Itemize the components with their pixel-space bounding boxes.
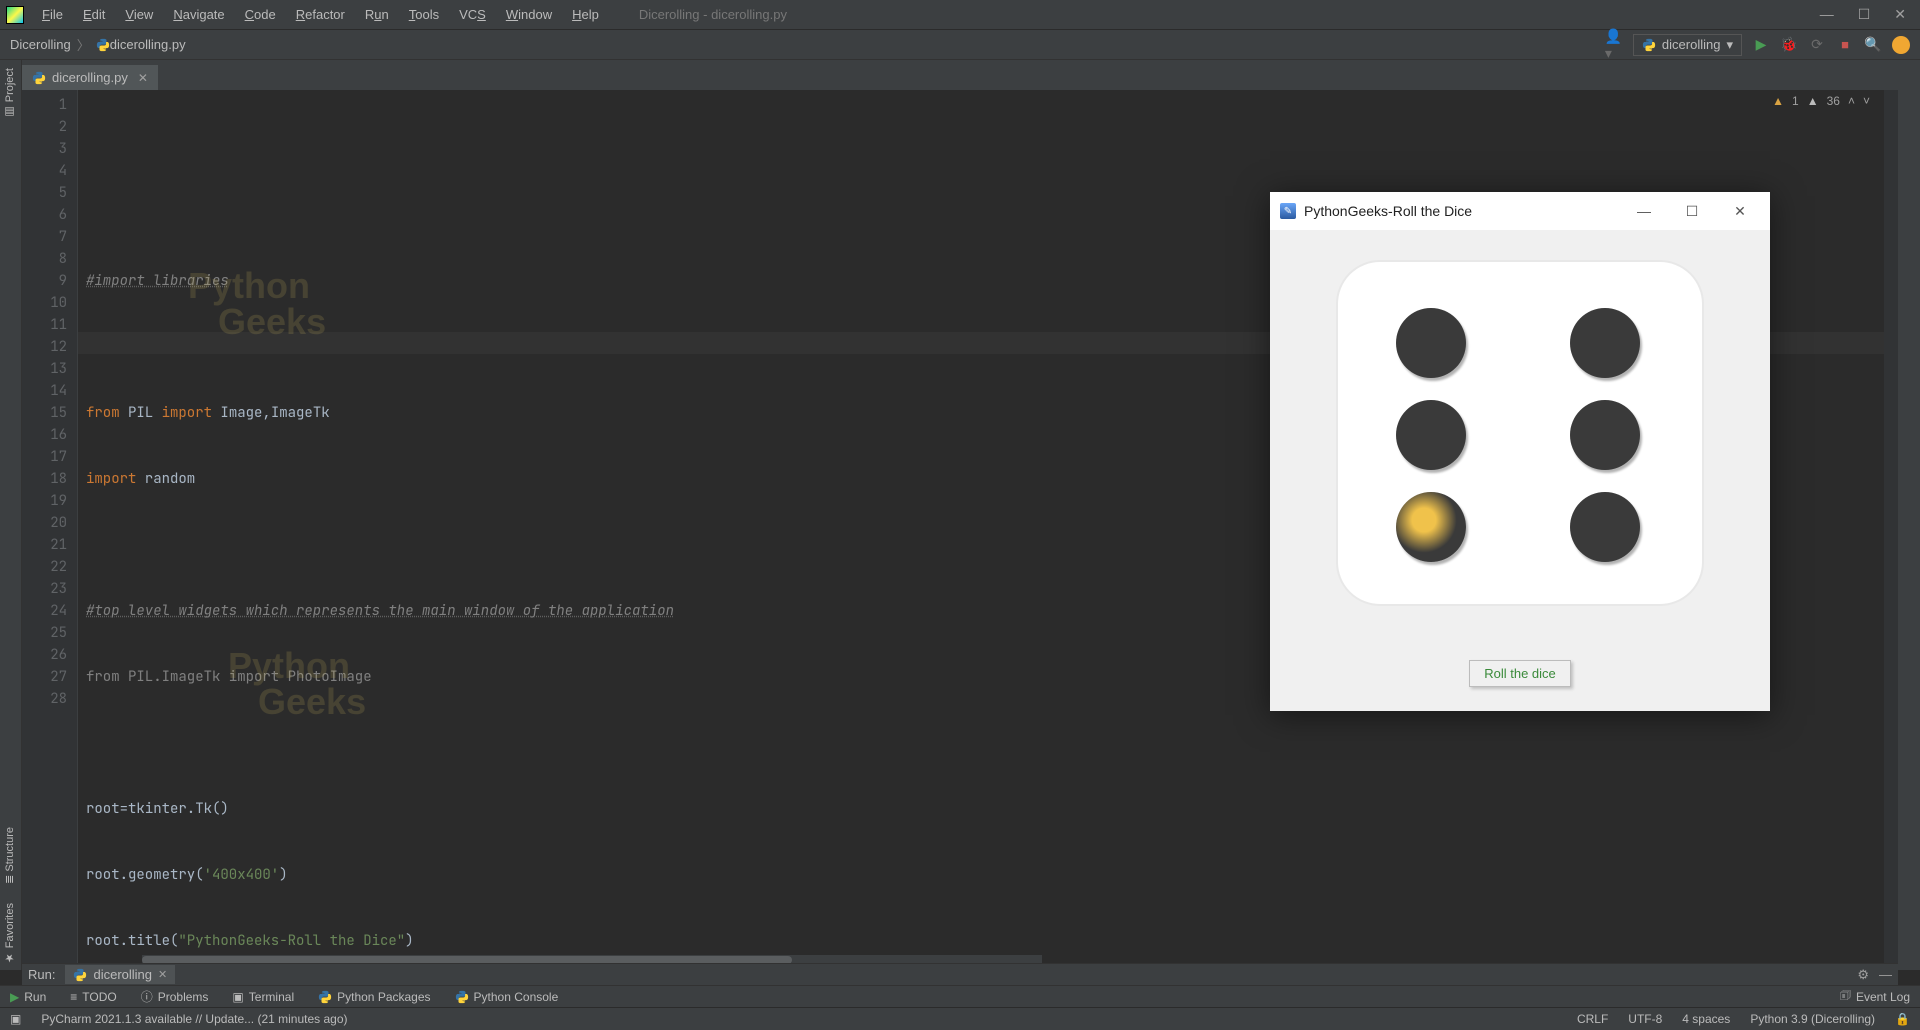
add-user-icon[interactable]: 👤▾ — [1605, 36, 1623, 54]
debug-button[interactable]: 🐞 — [1780, 36, 1798, 54]
toolwindow-console[interactable]: Python Console — [455, 990, 559, 1004]
menu-code[interactable]: Code — [235, 7, 286, 22]
menu-file[interactable]: File — [32, 7, 73, 22]
chevron-up-icon[interactable]: ˄ — [1848, 94, 1855, 108]
menu-refactor[interactable]: Refactor — [286, 7, 355, 22]
encoding[interactable]: UTF-8 — [1628, 1012, 1662, 1026]
close-tab-icon[interactable]: ✕ — [138, 71, 148, 85]
line-separator[interactable]: CRLF — [1577, 1012, 1608, 1026]
tk-titlebar[interactable]: ✎ PythonGeeks-Roll the Dice — ☐ ✕ — [1270, 192, 1770, 230]
toolwindow-run[interactable]: ▶Run — [10, 990, 46, 1004]
indent[interactable]: 4 spaces — [1682, 1012, 1730, 1026]
breadcrumb-file[interactable]: dicerolling.py — [110, 37, 186, 52]
breadcrumb-project[interactable]: Dicerolling — [10, 37, 71, 52]
run-tool-tab-label: dicerolling — [93, 967, 152, 982]
tk-window-title: PythonGeeks-Roll the Dice — [1304, 203, 1472, 219]
interpreter[interactable]: Python 3.9 (Dicerolling) — [1750, 1012, 1875, 1026]
python-icon — [1642, 38, 1656, 52]
lock-icon[interactable]: 🔒 — [1895, 1012, 1910, 1026]
weak-warning-count: 36 — [1827, 94, 1840, 108]
breadcrumb-separator-icon: 〉 — [77, 35, 90, 54]
inspection-summary[interactable]: ▲ 1 ▲ 36 ˄ ˅ — [1772, 94, 1870, 108]
tab-label: dicerolling.py — [52, 70, 128, 85]
status-message: PyCharm 2021.1.3 available // Update... … — [41, 1012, 347, 1026]
tk-feather-icon: ✎ — [1280, 203, 1296, 219]
right-gutter-strip — [1898, 60, 1920, 970]
toolwindow-project[interactable]: ▤ Project — [0, 62, 19, 124]
line-gutter: 1234567891011121314151617181920212223242… — [22, 90, 78, 965]
toolwindow-problems[interactable]: ⓘProblems — [141, 988, 209, 1005]
python-icon — [73, 968, 87, 982]
run-button[interactable]: ▶ — [1752, 36, 1770, 54]
chevron-down-icon[interactable]: ˅ — [1863, 94, 1870, 108]
toolwindow-eventlog[interactable]: 🗊Event Log — [1840, 986, 1910, 1007]
chevron-down-icon: ▾ — [1726, 37, 1733, 53]
dice-pip — [1396, 492, 1466, 562]
menu-navigate[interactable]: Navigate — [163, 7, 234, 22]
menu-run[interactable]: Run — [355, 7, 399, 22]
dice-pip — [1570, 400, 1640, 470]
gear-icon[interactable]: ⚙ — [1857, 967, 1869, 983]
tool-windows-icon[interactable]: ▣ — [10, 1012, 21, 1026]
maximize-icon[interactable]: ☐ — [1858, 6, 1871, 23]
tk-maximize-icon[interactable]: ☐ — [1672, 203, 1712, 220]
warning-icon: ▲ — [1772, 94, 1784, 108]
menu-window[interactable]: Window — [496, 7, 562, 22]
run-tool-tab[interactable]: dicerolling ✕ — [65, 965, 175, 984]
close-run-tab-icon[interactable]: ✕ — [158, 968, 167, 981]
coverage-button[interactable]: ⟳ — [1808, 36, 1826, 54]
run-config-selector[interactable]: dicerolling ▾ — [1633, 34, 1742, 56]
dice-pip — [1570, 492, 1640, 562]
dice-pip — [1396, 308, 1466, 378]
avatar-icon[interactable] — [1892, 36, 1910, 54]
menu-vcs[interactable]: VCS — [449, 7, 496, 22]
run-config-name: dicerolling — [1662, 37, 1721, 52]
dice-image — [1336, 260, 1704, 606]
weak-warning-icon: ▲ — [1807, 94, 1819, 108]
minimize-icon[interactable]: — — [1820, 6, 1834, 23]
watermark: Geeks — [258, 684, 366, 720]
menu-edit[interactable]: Edit — [73, 7, 115, 22]
python-file-icon — [96, 38, 110, 52]
toolwindow-packages[interactable]: Python Packages — [318, 990, 430, 1004]
editor-tab-dicerolling[interactable]: dicerolling.py ✕ — [22, 65, 158, 90]
dice-pip — [1396, 400, 1466, 470]
tk-close-icon[interactable]: ✕ — [1720, 203, 1760, 220]
toolwindow-terminal[interactable]: ▣Terminal — [232, 990, 294, 1004]
warning-count: 1 — [1792, 94, 1799, 108]
menu-help[interactable]: Help — [562, 7, 609, 22]
menu-tools[interactable]: Tools — [399, 7, 449, 22]
toolwindow-todo[interactable]: ≡TODO — [70, 990, 116, 1004]
roll-dice-button[interactable]: Roll the dice — [1469, 660, 1571, 687]
hide-tool-icon[interactable]: — — [1879, 967, 1892, 982]
python-file-icon — [32, 71, 46, 85]
dice-pip — [1570, 308, 1640, 378]
error-stripe[interactable] — [1884, 90, 1898, 965]
close-icon[interactable]: ✕ — [1894, 6, 1906, 23]
toolwindow-structure[interactable]: ≣ Structure — [0, 821, 19, 890]
pycharm-logo-icon — [6, 6, 24, 24]
menu-view[interactable]: View — [115, 7, 163, 22]
stop-button[interactable]: ■ — [1836, 36, 1854, 54]
window-title: Dicerolling - dicerolling.py — [639, 7, 787, 22]
toolwindow-favorites[interactable]: ★ Favorites — [0, 897, 19, 970]
search-icon[interactable]: 🔍 — [1864, 36, 1882, 54]
tk-minimize-icon[interactable]: — — [1624, 203, 1664, 219]
run-tool-label: Run: — [28, 967, 55, 982]
tkinter-app-window[interactable]: ✎ PythonGeeks-Roll the Dice — ☐ ✕ Roll t… — [1270, 192, 1770, 711]
